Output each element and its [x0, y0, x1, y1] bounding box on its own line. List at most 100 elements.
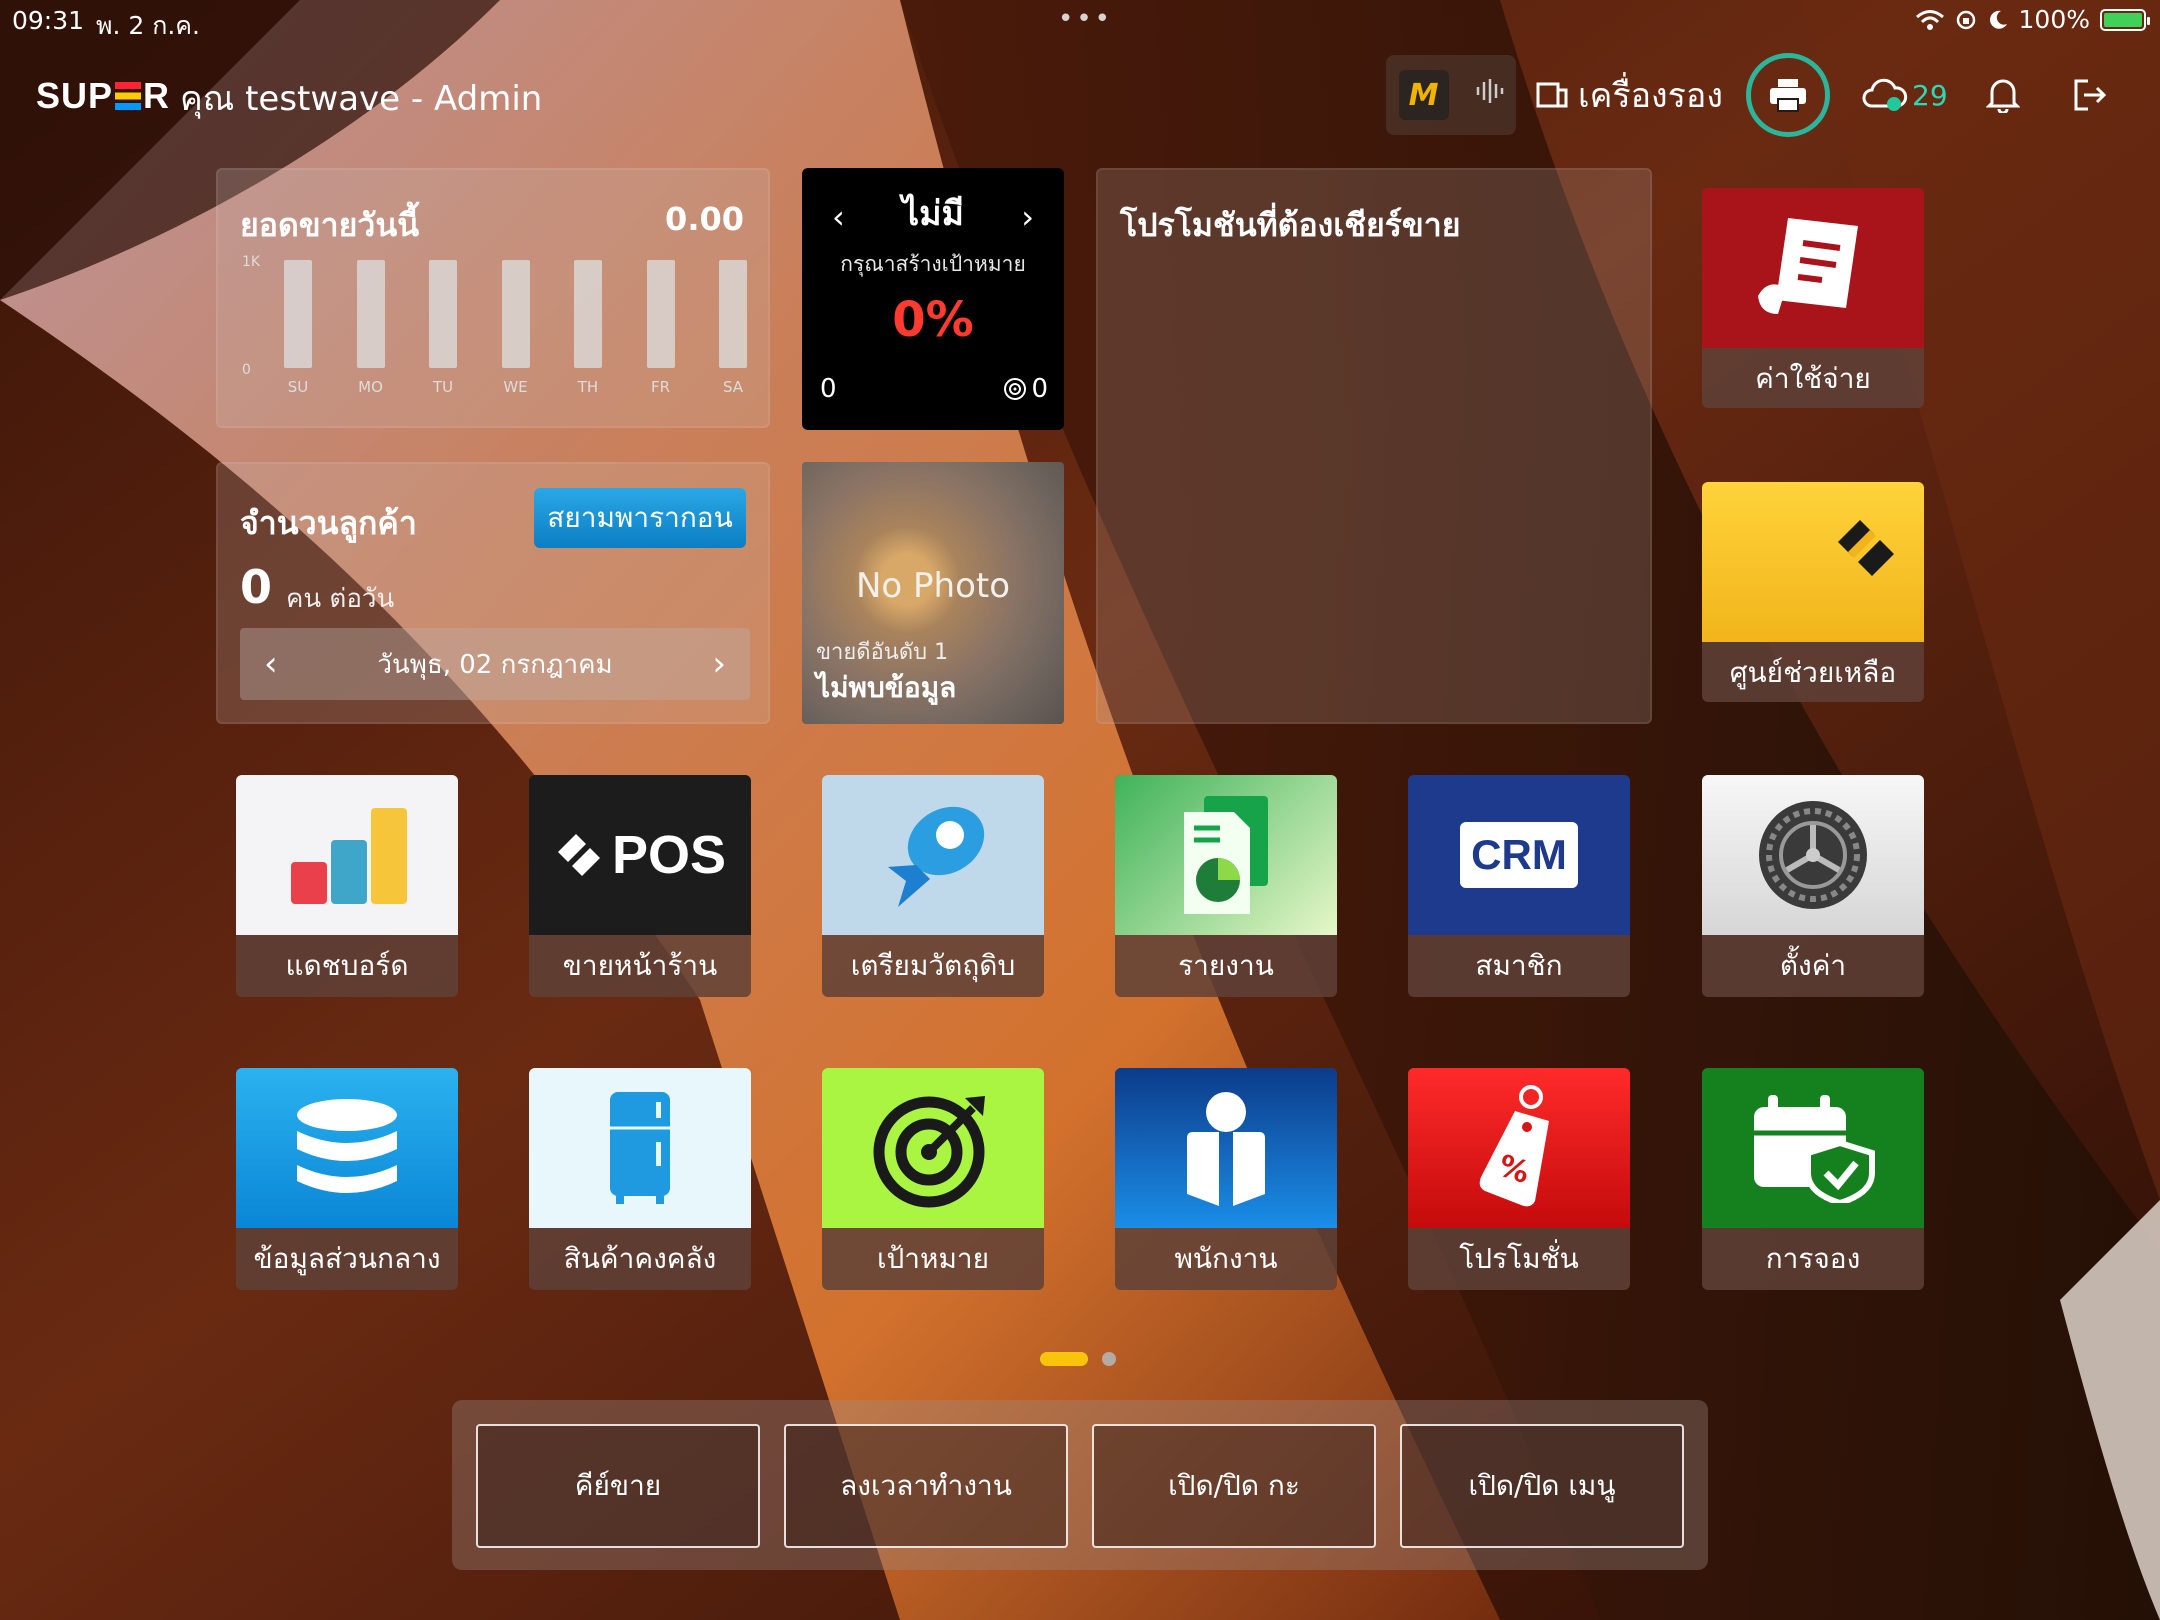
tile-staff[interactable]: พนักงาน	[1115, 1068, 1337, 1290]
sales-bar	[356, 260, 385, 368]
app-header: SUP R คุณ testwave - Admin M เครื่องรอง 2…	[36, 53, 2126, 137]
tile-expense[interactable]: ค่าใช้จ่าย	[1702, 188, 1924, 408]
sales-bar-chart: SU MO TU WE TH FR SA	[282, 260, 752, 410]
sales-today-card[interactable]: ยอดขายวันนี้ 0.00 1K 0 SU MO TU WE TH FR SA	[216, 168, 770, 428]
sales-bar	[646, 260, 675, 368]
moon-icon	[1989, 10, 2007, 29]
device-label: เครื่องรอง	[1578, 76, 1723, 116]
branch-button[interactable]: สยามพารากอน	[534, 488, 746, 548]
page-dot[interactable]	[1102, 1352, 1116, 1366]
tile-settings-label: ตั้งค่า	[1779, 949, 1847, 982]
tile-staff-label: พนักงาน	[1174, 1242, 1278, 1275]
sales-bar	[429, 260, 457, 368]
printer-icon	[1770, 79, 1806, 112]
price-tag-icon: %	[1408, 1068, 1630, 1228]
target-percent: 0%	[892, 292, 974, 348]
wifi-icon	[1915, 9, 1944, 30]
date-prev-button[interactable]: ‹	[264, 644, 278, 684]
battery-percent: 100%	[2018, 5, 2090, 34]
signature-mode-icon[interactable]: M	[1398, 70, 1449, 120]
cloud-sync-button[interactable]: 29	[1862, 55, 1948, 135]
tile-dashboard[interactable]: แดชบอร์ด	[236, 775, 458, 997]
voice-mode-icon[interactable]	[1474, 76, 1504, 114]
logout-button[interactable]	[2072, 55, 2108, 135]
target-icon	[822, 1068, 1044, 1228]
tile-master-data[interactable]: ข้อมูลส่วนกลาง	[236, 1068, 458, 1290]
sales-bar	[501, 260, 530, 368]
page-indicator[interactable]	[1040, 1352, 1116, 1366]
sales-bar	[574, 260, 602, 368]
target-max: 0	[1003, 374, 1048, 404]
no-photo-label: No Photo	[855, 566, 1011, 606]
sales-today-title: ยอดขายวันนี้	[240, 206, 420, 244]
tile-inventory-label: สินค้าคงคลัง	[563, 1242, 717, 1275]
bar-chart-icon	[236, 775, 458, 935]
tile-report-label: รายงาน	[1178, 949, 1274, 982]
target-next-button[interactable]: ›	[1021, 198, 1034, 236]
sales-today-amount: 0.00	[665, 200, 744, 238]
customer-count-card: จำนวนลูกค้า สยามพารากอน 0 คน ต่อวัน ‹ วั…	[216, 462, 770, 724]
sales-bar-label: SU	[287, 378, 309, 396]
best-seller-card[interactable]: No Photo ขายดีอันดับ 1 ไม่พบข้อมูล	[802, 462, 1064, 724]
database-icon	[236, 1068, 458, 1228]
tile-settings[interactable]: ตั้งค่า	[1702, 775, 1924, 997]
tile-ingredients-label: เตรียมวัตถุดิบ	[850, 949, 1016, 982]
super-logo: SUP R	[36, 75, 171, 116]
notifications-button[interactable]	[1986, 55, 2020, 135]
menu-toggle-button[interactable]: เปิด/ปิด เมนู	[1400, 1424, 1684, 1548]
receipt-icon	[1702, 188, 1924, 348]
cloud-icon	[1862, 78, 1908, 111]
tile-report[interactable]: รายงาน	[1115, 775, 1337, 997]
sales-bar	[284, 260, 312, 368]
sales-bar-label: SA	[722, 378, 744, 396]
sales-bar-label: FR	[650, 378, 671, 396]
quick-actions-bar: คีย์ขาย ลงเวลาทำงาน เปิด/ปิด กะ เปิด/ปิด…	[452, 1400, 1708, 1570]
printer-button[interactable]	[1746, 53, 1830, 137]
tile-member-label: สมาชิก	[1475, 949, 1563, 982]
tile-ingredients[interactable]: เตรียมวัตถุดิบ	[822, 775, 1044, 997]
pos-logo-icon: POS	[529, 775, 751, 935]
mode-toggle[interactable]: M	[1386, 55, 1516, 135]
best-seller-name: ไม่พบข้อมูล	[816, 671, 957, 704]
shift-toggle-button[interactable]: เปิด/ปิด กะ	[1092, 1424, 1376, 1548]
page-dot-active[interactable]	[1040, 1352, 1088, 1366]
multitask-dots[interactable]: •••	[1058, 4, 1113, 34]
target-hint: กรุณาสร้างเป้าหมาย	[840, 252, 1026, 276]
secondary-device-button[interactable]: เครื่องรอง	[1536, 55, 1723, 135]
customer-count-value: 0	[240, 560, 273, 614]
sales-bar-label: WE	[503, 378, 528, 396]
tile-goal-label: เป้าหมาย	[876, 1242, 990, 1275]
target-card[interactable]: ‹ ไม่มี › กรุณาสร้างเป้าหมาย 0% 0 0	[802, 168, 1064, 430]
target-max-value: 0	[1031, 374, 1048, 404]
crm-icon: CRM	[1408, 775, 1630, 935]
tile-promotion[interactable]: % โปรโมชั่น	[1408, 1068, 1630, 1290]
tile-pos-label: ขายหน้าร้าน	[562, 949, 718, 982]
gear-icon	[1702, 775, 1924, 935]
tile-member[interactable]: CRM สมาชิก	[1408, 775, 1630, 997]
tile-pos[interactable]: POS ขายหน้าร้าน	[529, 775, 751, 997]
calendar-shield-icon	[1702, 1068, 1924, 1228]
tile-goal[interactable]: เป้าหมาย	[822, 1068, 1044, 1290]
logout-icon	[2074, 79, 2107, 111]
fridge-icon	[529, 1068, 751, 1228]
sales-bar	[719, 260, 747, 368]
promotions-panel: โปรโมชันที่ต้องเชียร์ขาย	[1096, 168, 1652, 724]
clock-in-button[interactable]: ลงเวลาทำงาน	[784, 1424, 1068, 1548]
tile-help-center[interactable]: ศูนย์ช่วยเหลือ	[1702, 482, 1924, 702]
tile-dashboard-label: แดชบอร์ด	[285, 949, 409, 982]
sales-bar-label: TH	[577, 378, 599, 396]
tile-booking[interactable]: การจอง	[1702, 1068, 1924, 1290]
pos-logo-text: POS	[611, 825, 727, 885]
report-icon	[1115, 775, 1337, 935]
sale-key-button[interactable]: คีย์ขาย	[476, 1424, 760, 1548]
date-selector: ‹ วันพุธ, 02 กรกฎาคม ›	[240, 628, 750, 700]
y-axis-top-label: 1K	[242, 254, 261, 270]
tile-inventory[interactable]: สินค้าคงคลัง	[529, 1068, 751, 1290]
y-axis-bottom-label: 0	[242, 362, 251, 378]
battery-icon	[2100, 8, 2150, 31]
date-next-button[interactable]: ›	[712, 644, 726, 684]
fish-icon	[822, 775, 1044, 935]
status-date: พ. 2 ก.ค.	[96, 11, 200, 40]
tile-booking-label: การจอง	[1765, 1242, 1861, 1275]
sales-bar-label: MO	[358, 378, 383, 396]
